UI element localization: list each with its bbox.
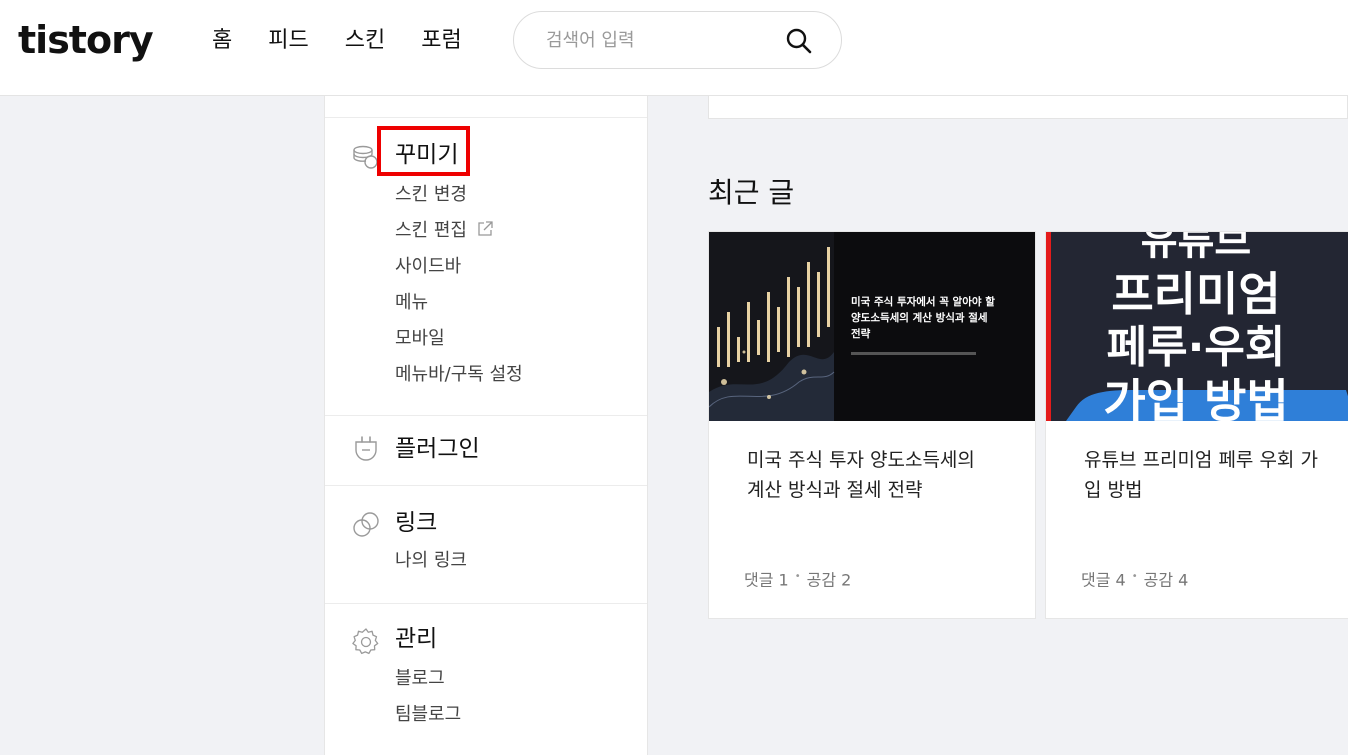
thumb-text: 미국 주식 투자에서 꼭 알아야 할 <box>851 295 995 308</box>
thumb-text: 유튜브 <box>1141 232 1251 264</box>
sidebar-section-customize: 꾸미기 스킨 변경 스킨 편집 사이드바 메뉴 모바일 메뉴바/구독 설정 <box>325 117 647 416</box>
sidebar-item-blog[interactable]: 블로그 <box>395 667 445 691</box>
post-title-line: 입 방법 <box>1084 479 1143 501</box>
nav-forum[interactable]: 포럼 <box>421 26 461 56</box>
post-card[interactable]: 유튜브 프리미엄 페루·우회 가입 방법 유튜브 프리미엄 페루 우회 가 입 … <box>1045 231 1348 619</box>
sidebar-item-my-link[interactable]: 나의 링크 <box>395 549 467 573</box>
post-thumbnail: 미국 주식 투자에서 꼭 알아야 할 양도소득세의 계산 방식과 절세 전략 <box>709 232 1035 421</box>
post-title-line: 계산 방식과 절세 전략 <box>747 479 923 501</box>
sidebar-item-menubar-subscribe[interactable]: 메뉴바/구독 설정 <box>395 363 523 387</box>
sidebar-section-plugin: 플러그인 <box>325 415 647 486</box>
gear-icon <box>352 628 379 655</box>
top-content-card <box>708 96 1348 119</box>
stock-chart-image: 미국 주식 투자에서 꼭 알아야 할 양도소득세의 계산 방식과 절세 전략 <box>709 232 1035 421</box>
search-box <box>513 11 842 69</box>
post-title: 유튜브 프리미엄 페루 우회 가 입 방법 <box>1084 445 1318 505</box>
external-link-icon <box>478 221 493 236</box>
sidebar-title-plugin[interactable]: 플러그인 <box>395 434 480 464</box>
post-title-line: 미국 주식 투자 양도소득세의 <box>747 449 975 471</box>
post-title-line: 유튜브 프리미엄 페루 우회 가 <box>1084 449 1318 471</box>
link-icon <box>353 512 379 537</box>
sidebar-item-menu[interactable]: 메뉴 <box>395 291 428 315</box>
like-count: 공감 2 <box>806 570 852 590</box>
sidebar-title-customize[interactable]: 꾸미기 <box>395 140 458 170</box>
search-input[interactable] <box>544 26 774 54</box>
sidebar-item-label: 스킨 편집 <box>395 220 467 241</box>
search-icon[interactable] <box>784 26 814 56</box>
sidebar-section-prev <box>325 96 647 118</box>
admin-sidebar: 꾸미기 스킨 변경 스킨 편집 사이드바 메뉴 모바일 메뉴바/구독 설정 플러… <box>324 96 648 755</box>
sidebar-item-mobile[interactable]: 모바일 <box>395 327 445 351</box>
nav-skin[interactable]: 스킨 <box>345 26 385 56</box>
nav-feed[interactable]: 피드 <box>268 26 308 56</box>
youtube-premium-image: 유튜브 프리미엄 페루·우회 가입 방법 <box>1046 232 1348 421</box>
sidebar-item-teamblog[interactable]: 팀블로그 <box>395 703 461 727</box>
sidebar-item-skin-edit[interactable]: 스킨 편집 <box>395 219 494 243</box>
sidebar-section-manage: 관리 블로그 팀블로그 <box>325 603 647 755</box>
recent-posts-title: 최근 글 <box>708 176 795 209</box>
sidebar-title-manage[interactable]: 관리 <box>395 624 437 654</box>
comment-count: 댓글 4 <box>1081 570 1126 590</box>
plug-icon <box>355 436 377 461</box>
top-header: tistory 홈 피드 스킨 포럼 <box>0 0 1348 96</box>
post-meta: 댓글 4 • 공감 4 <box>1081 566 1188 591</box>
post-title: 미국 주식 투자 양도소득세의 계산 방식과 절세 전략 <box>747 445 975 505</box>
sidebar-title-link[interactable]: 링크 <box>395 508 437 538</box>
thumb-text: 페루·우회 <box>1107 322 1286 373</box>
sidebar-item-sidebar[interactable]: 사이드바 <box>395 255 461 279</box>
nav-home[interactable]: 홈 <box>212 26 232 56</box>
post-thumbnail: 유튜브 프리미엄 페루·우회 가입 방법 <box>1046 232 1348 421</box>
thumb-text: 프리미엄 <box>1111 267 1280 321</box>
thumb-text: 전략 <box>851 327 871 340</box>
meta-dot: • <box>794 571 801 582</box>
meta-dot: • <box>1131 571 1138 582</box>
post-card[interactable]: 미국 주식 투자에서 꼭 알아야 할 양도소득세의 계산 방식과 절세 전략 미… <box>708 231 1036 619</box>
comment-count: 댓글 1 <box>744 570 789 590</box>
sidebar-section-link: 링크 나의 링크 <box>325 485 647 604</box>
like-count: 공감 4 <box>1143 570 1189 590</box>
thumb-text: 양도소득세의 계산 방식과 절세 <box>851 311 988 324</box>
tistory-logo[interactable]: tistory <box>18 18 154 62</box>
post-meta: 댓글 1 • 공감 2 <box>744 566 851 591</box>
thumb-text: 가입 방법 <box>1103 374 1288 421</box>
sidebar-item-skin-change[interactable]: 스킨 변경 <box>395 183 467 207</box>
main-nav: 홈 피드 스킨 포럼 <box>212 26 462 56</box>
